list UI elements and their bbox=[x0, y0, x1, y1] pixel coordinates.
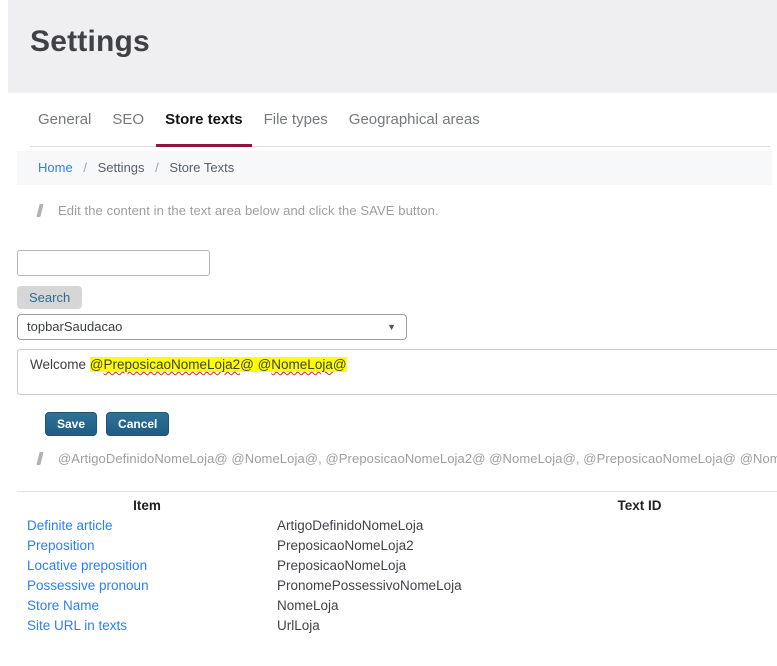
column-header-item: Item bbox=[17, 492, 277, 517]
table-row: Store Name NomeLoja bbox=[17, 596, 777, 616]
breadcrumb-settings: Settings bbox=[98, 160, 145, 175]
breadcrumb-store-texts: Store Texts bbox=[169, 160, 234, 175]
action-buttons: Save Cancel bbox=[45, 412, 777, 436]
search-input[interactable] bbox=[17, 250, 210, 276]
text-id-value: PreposicaoNomeLoja2 bbox=[277, 536, 777, 556]
tab-file-types[interactable]: File types bbox=[264, 111, 328, 146]
store-text-editor[interactable]: Welcome @PreposicaoNomeLoja2@ @NomeLoja@ bbox=[17, 349, 777, 395]
tab-bar: General SEO Store texts File types Geogr… bbox=[30, 93, 770, 147]
breadcrumb-separator: / bbox=[83, 160, 87, 175]
tokens-hint-text: @ArtigoDefinidoNomeLoja@ @NomeLoja@, @Pr… bbox=[58, 451, 777, 466]
selected-text-key: topbarSaudacao bbox=[27, 319, 122, 334]
token-word: PreposicaoNomeLoja2 bbox=[104, 357, 241, 372]
page-header: Settings bbox=[8, 0, 777, 93]
table-header-row: Item Text ID bbox=[17, 492, 777, 517]
token-nomeloja: @NomeLoja@ bbox=[258, 357, 347, 372]
item-link-possessive-pronoun[interactable]: Possessive pronoun bbox=[27, 578, 149, 593]
breadcrumb-home-link[interactable]: Home bbox=[38, 160, 73, 175]
info-bar-icon bbox=[36, 204, 43, 217]
text-id-value: NomeLoja bbox=[277, 596, 777, 616]
table-row: Preposition PreposicaoNomeLoja2 bbox=[17, 536, 777, 556]
settings-page: Settings General SEO Store texts File ty… bbox=[8, 0, 777, 636]
store-text-select[interactable]: topbarSaudacao ▼ bbox=[17, 314, 407, 340]
tokens-hint: @ArtigoDefinidoNomeLoja@ @NomeLoja@, @Pr… bbox=[38, 451, 777, 466]
item-link-site-url[interactable]: Site URL in texts bbox=[27, 618, 127, 633]
tab-seo[interactable]: SEO bbox=[112, 111, 144, 146]
table-row: Possessive pronoun PronomePossessivoNome… bbox=[17, 576, 777, 596]
edit-hint: Edit the content in the text area below … bbox=[38, 203, 777, 218]
breadcrumb-separator: / bbox=[155, 160, 159, 175]
token-at-sign: @ bbox=[258, 357, 272, 372]
token-word: NomeLoja bbox=[271, 357, 333, 372]
text-id-value: ArtigoDefinidoNomeLoja bbox=[277, 516, 777, 536]
tab-store-texts[interactable]: Store texts bbox=[165, 111, 243, 146]
breadcrumb: Home / Settings / Store Texts bbox=[17, 151, 772, 185]
item-link-preposition[interactable]: Preposition bbox=[27, 538, 95, 553]
text-id-value: PronomePossessivoNomeLoja bbox=[277, 576, 777, 596]
table-row: Site URL in texts UrlLoja bbox=[17, 616, 777, 636]
edit-hint-text: Edit the content in the text area below … bbox=[58, 203, 439, 218]
save-button[interactable]: Save bbox=[45, 412, 97, 436]
text-id-value: UrlLoja bbox=[277, 616, 777, 636]
info-bar-icon bbox=[36, 452, 43, 465]
token-preposicao: @PreposicaoNomeLoja2@ bbox=[90, 357, 254, 372]
token-at-sign: @ bbox=[90, 357, 104, 372]
column-header-text-id: Text ID bbox=[277, 492, 777, 517]
token-at-sign: @ bbox=[333, 357, 347, 372]
item-link-locative-preposition[interactable]: Locative preposition bbox=[27, 558, 147, 573]
tab-general[interactable]: General bbox=[38, 111, 91, 146]
page-title: Settings bbox=[30, 25, 777, 59]
item-link-store-name[interactable]: Store Name bbox=[27, 598, 99, 613]
table-row: Locative preposition PreposicaoNomeLoja bbox=[17, 556, 777, 576]
text-id-value: PreposicaoNomeLoja bbox=[277, 556, 777, 576]
dropdown-caret-icon: ▼ bbox=[387, 315, 396, 339]
table-row: Definite article ArtigoDefinidoNomeLoja bbox=[17, 516, 777, 536]
search-button[interactable]: Search bbox=[17, 286, 82, 309]
token-at-sign: @ bbox=[240, 357, 254, 372]
store-texts-table: Item Text ID Definite article ArtigoDefi… bbox=[17, 491, 777, 636]
tab-geographical-areas[interactable]: Geographical areas bbox=[349, 111, 480, 146]
cancel-button[interactable]: Cancel bbox=[106, 412, 169, 436]
editor-plain-text: Welcome bbox=[30, 357, 90, 372]
item-link-definite-article[interactable]: Definite article bbox=[27, 518, 113, 533]
